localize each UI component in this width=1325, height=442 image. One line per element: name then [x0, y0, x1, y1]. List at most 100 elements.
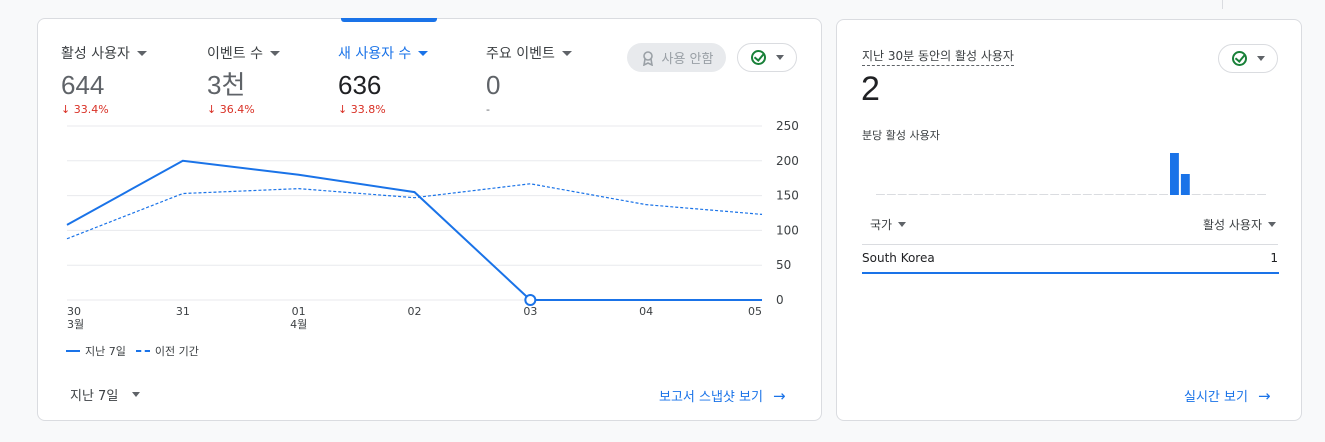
- minute-bar: [1137, 194, 1147, 195]
- column-country[interactable]: 국가: [862, 216, 907, 233]
- realtime-title[interactable]: 지난 30분 동안의 활성 사용자: [862, 47, 1014, 66]
- minute-bar: [1235, 194, 1245, 195]
- table-header: 국가 활성 사용자: [862, 216, 1278, 233]
- country-cell: South Korea: [862, 251, 935, 265]
- column-label: 활성 사용자: [1202, 218, 1262, 232]
- caret-down-icon: [1268, 222, 1276, 227]
- data-point: [297, 187, 300, 190]
- x-tick-label: 04: [639, 305, 653, 318]
- minute-bar: [1159, 194, 1168, 195]
- date-range-select[interactable]: 지난 7일: [70, 385, 141, 404]
- y-tick-label: 250: [776, 119, 799, 133]
- minute-bar: [886, 194, 896, 195]
- minute-bar: [1017, 194, 1027, 195]
- x-tick-sublabel: 4월: [290, 318, 307, 331]
- link-label: 실시간 보기: [1184, 390, 1248, 405]
- minute-bar: [1191, 194, 1201, 195]
- data-point: [761, 213, 764, 216]
- row-bar: [862, 272, 1279, 274]
- minute-bar: [1246, 194, 1256, 195]
- overview-card: 활성 사용자 644 ↓ 33.4% 이벤트 수 3천 ↓ 36.4% 새 사용…: [37, 18, 822, 421]
- legend-item-previous: 이전 기간: [135, 343, 199, 359]
- link-label: 보고서 스냅샷 보기: [659, 390, 763, 405]
- column-active-users[interactable]: 활성 사용자: [1203, 216, 1278, 233]
- minute-bar: [1039, 194, 1049, 195]
- arrow-right-icon: →: [1257, 386, 1271, 405]
- y-tick-label: 50: [776, 258, 791, 272]
- data-point: [413, 191, 416, 194]
- minute-bar: [1115, 194, 1125, 195]
- x-tick-label: 02: [408, 305, 422, 318]
- data-point: [645, 299, 648, 302]
- line-chart: 0 50 100 150 200 250 303월 31 014월 02 03 04 05: [66, 119, 799, 331]
- minute-bar: [974, 194, 983, 195]
- caret-down-icon: [898, 222, 907, 227]
- minute-bar: [1202, 194, 1212, 195]
- legend-label: 이전 기간: [154, 345, 199, 358]
- minute-bar: [952, 194, 962, 195]
- count-cell: 1: [1270, 251, 1278, 265]
- y-tick-label: 0: [776, 293, 784, 307]
- minute-bar: [1093, 194, 1103, 195]
- x-tick-label: 31: [176, 305, 190, 318]
- minute-bar: [963, 194, 972, 195]
- minute-bar: [1061, 194, 1070, 195]
- caret-down-icon: [1256, 56, 1265, 61]
- x-tick-label: 30: [67, 305, 81, 318]
- minute-bar: [908, 194, 918, 195]
- y-tick-label: 100: [776, 223, 799, 237]
- minute-bar: [919, 194, 929, 195]
- legend-dashed-swatch: [135, 350, 150, 352]
- view-snapshot-link[interactable]: 보고서 스냅샷 보기 →: [659, 386, 786, 406]
- data-point: [66, 237, 69, 240]
- data-point: [645, 203, 648, 206]
- minute-bar: [1170, 153, 1179, 195]
- data-quality-button[interactable]: [1218, 44, 1278, 73]
- chart-legend: 지난 7일 이전 기간: [66, 343, 199, 359]
- arrow-right-icon: →: [772, 386, 786, 405]
- data-point: [529, 182, 532, 185]
- minute-bar: [995, 194, 1005, 195]
- minute-bar: [1006, 194, 1016, 195]
- data-point: [181, 192, 184, 195]
- x-tick-label: 01: [292, 305, 306, 318]
- table-row[interactable]: South Korea 1: [862, 251, 1278, 265]
- minute-bar: [984, 194, 994, 195]
- minute-bar: [1257, 194, 1266, 195]
- hover-point-marker: [524, 294, 537, 306]
- x-tick-label: 05: [748, 305, 762, 318]
- header-divider: [862, 244, 1278, 245]
- realtime-card: 지난 30분 동안의 활성 사용자 2 분당 활성 사용자 국가 활성 사용자 …: [836, 19, 1302, 421]
- legend-label: 지난 7일: [85, 345, 126, 358]
- data-point: [761, 299, 764, 302]
- legend-solid-swatch: [66, 350, 80, 352]
- top-divider: [1222, 0, 1223, 9]
- view-realtime-link[interactable]: 실시간 보기 →: [1184, 386, 1271, 406]
- minute-bar: [1050, 194, 1060, 195]
- per-minute-label: 분당 활성 사용자: [862, 129, 940, 142]
- data-point: [66, 223, 69, 226]
- y-tick-label: 150: [776, 189, 799, 203]
- minute-bar: [897, 194, 907, 195]
- minute-bar: [930, 194, 940, 195]
- minute-bar: [1082, 194, 1092, 195]
- minute-bar: [941, 194, 951, 195]
- minute-bar: [1148, 194, 1158, 195]
- legend-item-current: 지난 7일: [66, 343, 126, 359]
- per-minute-bar-chart: [876, 153, 1266, 195]
- minute-bar: [1104, 194, 1114, 195]
- caret-down-icon: [132, 392, 141, 397]
- minute-bar: [1213, 194, 1223, 195]
- minute-bar: [1072, 194, 1081, 195]
- data-point: [297, 173, 300, 176]
- data-point: [413, 196, 416, 199]
- minute-bar: [1224, 194, 1234, 195]
- realtime-value: 2: [861, 70, 880, 108]
- minute-bar: [1126, 194, 1136, 195]
- minute-bar: [876, 194, 885, 195]
- y-tick-label: 200: [776, 154, 799, 168]
- check-circle-icon: [1231, 51, 1247, 66]
- x-tick-sublabel: 3월: [67, 318, 84, 331]
- data-point: [181, 159, 184, 162]
- minute-bar: [1180, 174, 1190, 195]
